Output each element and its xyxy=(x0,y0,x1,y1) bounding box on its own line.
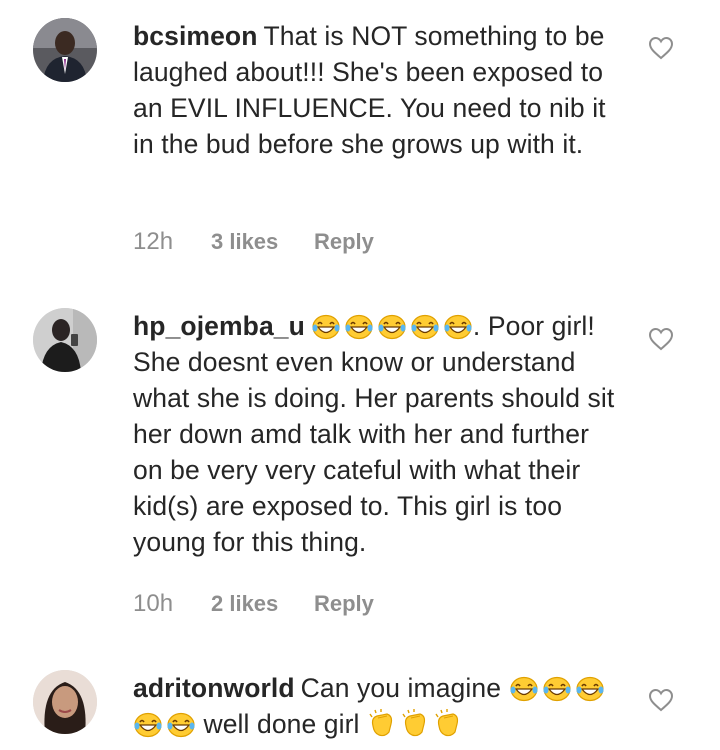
profile-photo-icon xyxy=(33,308,97,372)
clapping-hands-emoji-icon xyxy=(435,709,459,737)
grinning-tears-emoji-icon xyxy=(345,314,373,340)
comment-body-part1: Can you imagine xyxy=(300,673,502,703)
reply-button[interactable]: Reply xyxy=(314,229,374,255)
comment-body: . Poor girl! She doesnt even know or und… xyxy=(133,311,615,557)
grinning-tears-emoji-icon xyxy=(378,314,406,340)
likes-count[interactable]: 3 likes xyxy=(211,229,314,255)
clapping-hands-emoji-icon xyxy=(369,709,393,737)
grinning-tears-emoji-icon xyxy=(167,712,195,738)
like-heart-icon[interactable] xyxy=(648,688,674,712)
username[interactable]: adritonworld xyxy=(133,673,295,703)
comment-text: bcsimeon That is NOT something to be laug… xyxy=(133,18,623,162)
profile-photo-icon xyxy=(33,18,97,82)
username[interactable]: hp_ojemba_u xyxy=(133,311,305,341)
like-heart-icon[interactable] xyxy=(648,36,674,60)
username[interactable]: bcsimeon xyxy=(133,21,258,51)
comment-text: adritonworld Can you imagine well done gi… xyxy=(133,670,623,742)
profile-photo-icon xyxy=(33,670,97,734)
likes-count[interactable]: 2 likes xyxy=(211,591,314,617)
timestamp: 12h xyxy=(133,228,174,255)
reply-button[interactable]: Reply xyxy=(314,591,374,617)
emoji-group xyxy=(367,709,463,739)
grinning-tears-emoji-icon xyxy=(134,712,162,738)
grinning-tears-emoji-icon xyxy=(312,314,340,340)
avatar[interactable] xyxy=(33,670,97,734)
emoji-group xyxy=(311,311,473,341)
grinning-tears-emoji-icon xyxy=(575,676,604,702)
comment-body-part2: well done girl xyxy=(203,709,360,739)
comment-meta: 10h 2 likes Reply xyxy=(133,590,374,618)
comment-meta: 12h 3 likes Reply xyxy=(133,228,374,256)
avatar[interactable] xyxy=(33,18,97,82)
grinning-tears-emoji-icon xyxy=(542,676,571,702)
clapping-hands-emoji-icon xyxy=(402,709,426,737)
comment-text: hp_ojemba_u. Poor girl! She doesnt even … xyxy=(133,308,623,560)
avatar[interactable] xyxy=(33,308,97,372)
like-heart-icon[interactable] xyxy=(648,327,674,351)
grinning-tears-emoji-icon xyxy=(411,314,439,340)
grinning-tears-emoji-icon xyxy=(444,314,472,340)
timestamp: 10h xyxy=(133,590,174,617)
grinning-tears-emoji-icon xyxy=(509,676,538,702)
